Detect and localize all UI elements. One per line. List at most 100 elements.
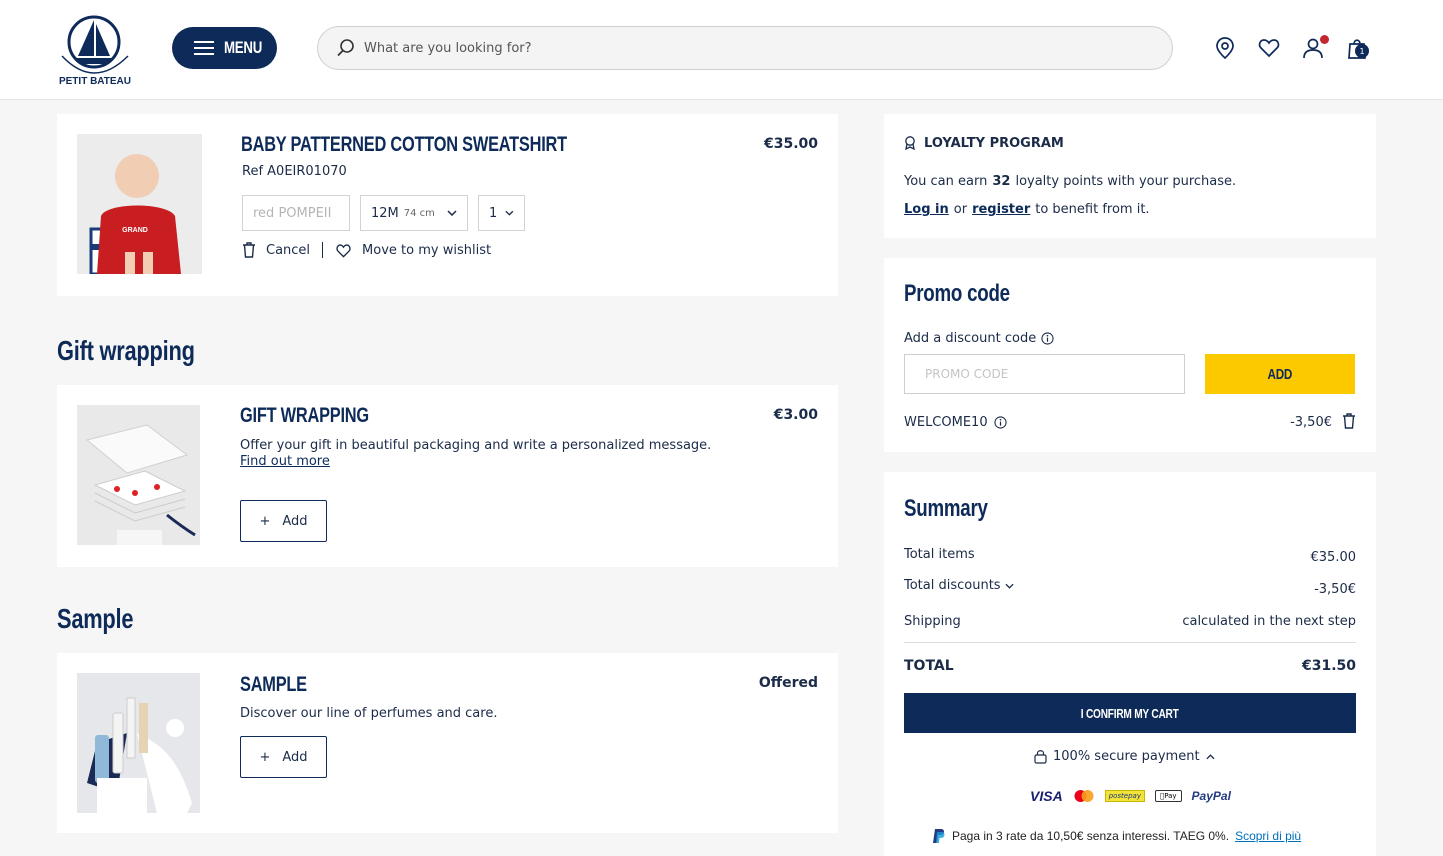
petit-bateau-logo[interactable]: PETIT BATEAU	[54, 10, 136, 88]
secure-payment-label: 100% secure payment	[1053, 749, 1200, 764]
gift-title: GIFT WRAPPING	[240, 404, 369, 427]
chevron-down-icon	[505, 210, 514, 216]
cart-count-badge: 1	[1355, 44, 1369, 58]
benefit-text: to benefit from it.	[1035, 202, 1150, 217]
shipping-label: Shipping	[904, 614, 961, 629]
info-icon[interactable]	[1041, 332, 1054, 345]
quantity-select[interactable]: 1	[478, 195, 525, 231]
gift-wrapping-image	[77, 405, 200, 545]
total-label: TOTAL	[904, 658, 954, 674]
promo-card: Promo code Add a discount code ADD WELCO…	[884, 258, 1376, 452]
chevron-down-icon	[1005, 583, 1014, 589]
total-discounts-label: Total discounts	[904, 578, 1001, 593]
summary-card: Summary Total items €35.00 Total discoun…	[884, 472, 1376, 856]
item-actions: Cancel Move to my wishlist	[242, 242, 491, 258]
visa-logo: VISA	[1030, 788, 1063, 804]
add-sample-button[interactable]: + Add	[240, 736, 327, 778]
loyalty-points: 32	[992, 174, 1011, 189]
cancel-button[interactable]: Cancel	[266, 243, 310, 258]
search-input[interactable]	[364, 40, 1144, 56]
info-icon[interactable]	[994, 416, 1007, 429]
quantity-value: 1	[489, 205, 498, 221]
total-items-value: €35.00	[1310, 550, 1357, 565]
add-promo-button[interactable]: ADD	[1205, 354, 1355, 394]
size-cm: 74 cm	[403, 207, 435, 219]
menu-button[interactable]: MENU	[172, 27, 277, 69]
promo-label: Add a discount code	[904, 331, 1037, 346]
apple-pay-text: Pay	[1160, 792, 1176, 800]
search-bar[interactable]	[317, 26, 1173, 70]
divider	[322, 242, 324, 258]
search-icon	[337, 39, 354, 57]
chevron-up-icon	[1205, 753, 1215, 759]
notification-dot	[1320, 35, 1329, 44]
sample-section-title: Sample	[57, 603, 134, 634]
move-to-wishlist-button[interactable]: Move to my wishlist	[362, 243, 491, 258]
product-title[interactable]: BABY PATTERNED COTTON SWEATSHIRT	[241, 133, 567, 157]
sample-description: Discover our line of perfumes and care.	[240, 706, 498, 721]
login-link[interactable]: Log in	[904, 202, 949, 217]
loyalty-badge-icon	[905, 136, 915, 150]
confirm-cart-button[interactable]: I CONFIRM MY CART	[904, 693, 1356, 733]
postepay-logo: postepay	[1104, 790, 1145, 802]
wishlist-heart-icon[interactable]	[1257, 36, 1281, 60]
confirm-cart-label: I CONFIRM MY CART	[1081, 705, 1179, 721]
trash-icon[interactable]	[242, 242, 256, 258]
shipping-value: calculated in the next step	[1182, 614, 1356, 629]
register-link[interactable]: register	[972, 202, 1030, 217]
sample-price: Offered	[758, 675, 818, 691]
paypal-installments: Paga in 3 rate da 10,50€ senza interessi…	[932, 828, 1301, 844]
product-ref: Ref A0EIR01070	[242, 164, 347, 179]
cart-item-card: GRAND BABY PATTERNED COTTON SWEATSHIRT R…	[57, 114, 838, 296]
add-gift-wrapping-button[interactable]: + Add	[240, 500, 327, 542]
promo-label-row: Add a discount code	[904, 331, 1054, 346]
summary-title: Summary	[904, 495, 988, 522]
svg-text:GRAND: GRAND	[122, 227, 148, 234]
gift-wrapping-card: GIFT WRAPPING €3.00 Offer your gift in b…	[57, 385, 838, 567]
plus-icon: +	[259, 749, 271, 765]
product-price: €35.00	[763, 136, 818, 152]
loyalty-title: LOYALTY PROGRAM	[924, 136, 1064, 151]
color-select[interactable]: red POMPEII	[242, 195, 350, 231]
paypal-more-link[interactable]: Scopri di più	[1235, 829, 1301, 843]
total-value: €31.50	[1301, 658, 1356, 674]
add-promo-label: ADD	[1267, 365, 1293, 383]
total-discounts-value: -3,50€	[1314, 582, 1356, 597]
trash-icon[interactable]	[1342, 413, 1356, 429]
total-discounts-toggle[interactable]: Total discounts	[904, 578, 1014, 593]
heart-icon[interactable]	[335, 243, 352, 258]
size-value: 12M	[371, 205, 399, 221]
color-value: red POMPEII	[253, 205, 332, 221]
loyalty-login-line: Log in or register to benefit from it.	[904, 202, 1150, 217]
loyalty-card: LOYALTY PROGRAM You can earn 32 loyalty …	[884, 114, 1376, 238]
applied-code-row: WELCOME10	[904, 415, 1007, 430]
or-text: or	[953, 202, 968, 217]
add-label: Add	[282, 513, 308, 529]
size-select[interactable]: 12M 74 cm	[360, 195, 468, 231]
payment-logos: VISA postepay Pay PayPal	[1030, 788, 1231, 804]
sample-card: SAMPLE Offered Discover our line of perf…	[57, 653, 838, 833]
store-locator-icon[interactable]	[1213, 36, 1237, 60]
paypal-logo: PayPal	[1187, 789, 1231, 803]
apple-pay-logo: Pay	[1155, 790, 1182, 802]
hamburger-icon	[194, 41, 214, 55]
summary-divider	[904, 642, 1356, 643]
mastercard-logo	[1074, 790, 1094, 802]
chevron-down-icon	[447, 210, 457, 216]
promo-code-input[interactable]	[904, 354, 1185, 394]
loyalty-text-pre: You can earn	[904, 174, 988, 189]
find-out-more-link[interactable]: Find out more	[240, 454, 330, 469]
secure-payment-toggle[interactable]: 100% secure payment	[1034, 749, 1215, 764]
loyalty-text-post: loyalty points with your purchase.	[1015, 174, 1237, 189]
sample-title: SAMPLE	[240, 673, 307, 696]
total-items-label: Total items	[904, 547, 975, 562]
lock-icon	[1034, 750, 1047, 764]
applied-code: WELCOME10	[904, 415, 988, 430]
product-image[interactable]: GRAND	[77, 134, 202, 274]
applied-code-amount: -3,50€	[1290, 415, 1332, 430]
menu-label: MENU	[224, 38, 263, 57]
svg-text:PETIT BATEAU: PETIT BATEAU	[59, 76, 131, 87]
paypal-installments-text: Paga in 3 rate da 10,50€ senza interessi…	[952, 829, 1230, 843]
promo-title: Promo code	[904, 280, 1010, 307]
plus-icon: +	[259, 513, 271, 529]
